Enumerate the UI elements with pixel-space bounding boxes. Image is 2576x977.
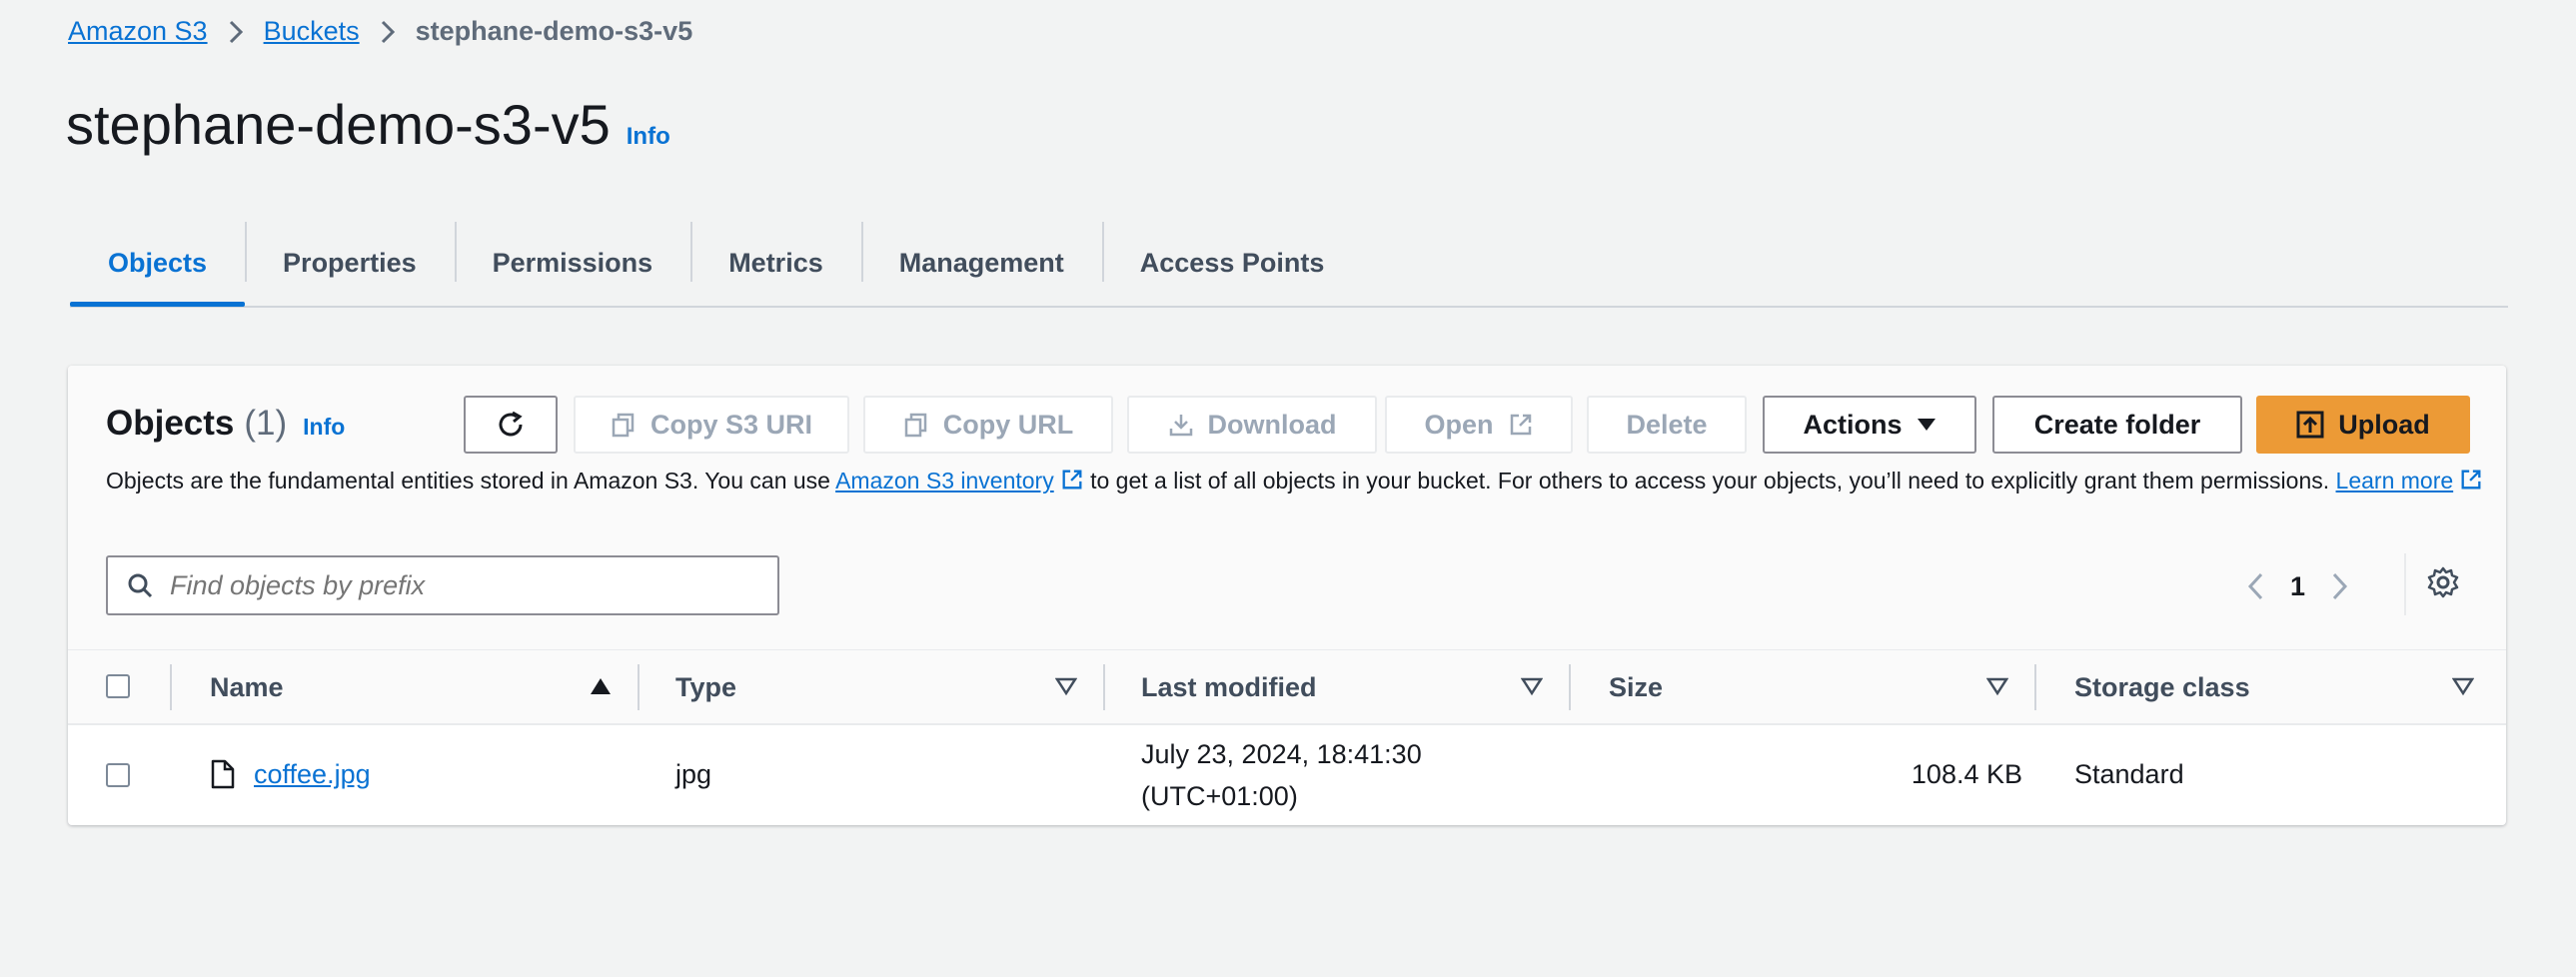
download-label: Download (1207, 409, 1337, 440)
objects-heading: Objects (1) Info (106, 404, 345, 444)
table-header: Name Type Last modified Size Storage cla… (68, 649, 2506, 725)
chevron-right-icon[interactable] (2331, 571, 2349, 601)
sort-icon[interactable] (1986, 676, 2008, 696)
copy-url-button[interactable]: Copy URL (863, 396, 1113, 454)
search-input[interactable] (168, 568, 731, 602)
upload-label: Upload (2338, 409, 2430, 440)
s3-inventory-link[interactable]: Amazon S3 inventory (835, 468, 1054, 493)
divider (2404, 553, 2406, 615)
objects-description: Objects are the fundamental entities sto… (106, 466, 2484, 498)
object-storage-class: Standard (2074, 759, 2184, 789)
breadcrumb-buckets[interactable]: Buckets (264, 16, 360, 47)
object-name-link[interactable]: coffee.jpg (254, 759, 371, 790)
chevron-left-icon[interactable] (2246, 571, 2264, 601)
gear-icon[interactable] (2426, 565, 2460, 599)
page-header: stephane-demo-s3-v5 Info (66, 92, 670, 157)
sort-icon[interactable] (1055, 676, 1077, 696)
search-icon (126, 571, 154, 599)
column-header-name[interactable]: Name (210, 650, 284, 724)
object-size: 108.4 KB (1911, 759, 2022, 789)
pagination: 1 (2246, 561, 2349, 611)
column-header-type[interactable]: Type (675, 650, 736, 724)
column-divider (2034, 664, 2036, 710)
delete-label: Delete (1626, 409, 1708, 440)
objects-panel: Objects (1) Info Copy S3 URI Copy URL Do… (68, 366, 2506, 825)
refresh-button[interactable] (464, 396, 558, 454)
actions-label: Actions (1803, 409, 1903, 440)
copy-icon (611, 412, 637, 438)
page-title: stephane-demo-s3-v5 (66, 93, 611, 156)
tab-metrics[interactable]: Metrics (690, 222, 861, 304)
objects-info-link[interactable]: Info (303, 414, 345, 441)
table-row[interactable]: coffee.jpg jpg July 23, 2024, 18:41:30 (… (68, 725, 2506, 825)
copy-s3-uri-label: Copy S3 URI (649, 409, 813, 440)
breadcrumb-amazon-s3[interactable]: Amazon S3 (68, 16, 208, 47)
open-label: Open (1424, 409, 1494, 440)
column-divider (1569, 664, 1571, 710)
external-link-icon (2459, 468, 2483, 498)
object-last-modified-tz: (UTC+01:00) (1141, 781, 1298, 811)
refresh-icon (495, 409, 527, 441)
file-icon (210, 759, 236, 789)
tab-permissions[interactable]: Permissions (454, 222, 691, 304)
column-divider (638, 664, 640, 710)
page-info-link[interactable]: Info (627, 123, 670, 151)
create-folder-label: Create folder (2033, 409, 2201, 440)
open-button[interactable]: Open (1385, 396, 1573, 454)
tab-properties[interactable]: Properties (245, 222, 455, 304)
upload-icon (2296, 411, 2324, 439)
chevron-right-icon (228, 19, 244, 45)
copy-icon (903, 412, 929, 438)
column-divider (170, 664, 172, 710)
objects-count: (1) (244, 404, 288, 443)
select-all-checkbox[interactable] (106, 674, 130, 698)
search-box[interactable] (106, 555, 779, 615)
breadcrumb: Amazon S3 Buckets stephane-demo-s3-v5 (68, 16, 692, 47)
delete-button[interactable]: Delete (1587, 396, 1747, 454)
copy-s3-uri-button[interactable]: Copy S3 URI (574, 396, 849, 454)
create-folder-button[interactable]: Create folder (1992, 396, 2242, 454)
sort-icon[interactable] (1521, 676, 1543, 696)
breadcrumb-current: stephane-demo-s3-v5 (415, 16, 693, 46)
page-number[interactable]: 1 (2290, 571, 2305, 602)
external-link-icon (1508, 412, 1534, 438)
tab-objects[interactable]: Objects (70, 222, 246, 307)
tab-bar: Objects Properties Permissions Metrics M… (70, 222, 2508, 308)
download-button[interactable]: Download (1127, 396, 1377, 454)
sort-icon[interactable] (2452, 676, 2474, 696)
sort-ascending-icon[interactable] (590, 676, 612, 696)
tab-access-points[interactable]: Access Points (1101, 222, 1363, 304)
column-header-size[interactable]: Size (1609, 650, 1663, 724)
external-link-icon (1060, 468, 1084, 498)
upload-button[interactable]: Upload (2256, 396, 2470, 454)
copy-url-label: Copy URL (942, 409, 1074, 440)
description-text: Objects are the fundamental entities sto… (106, 468, 836, 493)
column-header-storage-class[interactable]: Storage class (2074, 650, 2250, 724)
caret-down-icon (1917, 417, 1936, 433)
objects-title: Objects (106, 404, 235, 443)
row-checkbox[interactable] (106, 763, 130, 787)
tab-management[interactable]: Management (860, 222, 1102, 304)
description-text: to get a list of all objects in your buc… (1083, 468, 2336, 493)
actions-dropdown[interactable]: Actions (1763, 396, 1976, 454)
chevron-right-icon (380, 19, 396, 45)
column-divider (1103, 664, 1105, 710)
object-type: jpg (675, 759, 712, 789)
download-icon (1168, 412, 1194, 438)
column-header-last-modified[interactable]: Last modified (1141, 650, 1317, 724)
learn-more-link[interactable]: Learn more (2336, 468, 2454, 493)
object-last-modified-date: July 23, 2024, 18:41:30 (1141, 739, 1422, 769)
